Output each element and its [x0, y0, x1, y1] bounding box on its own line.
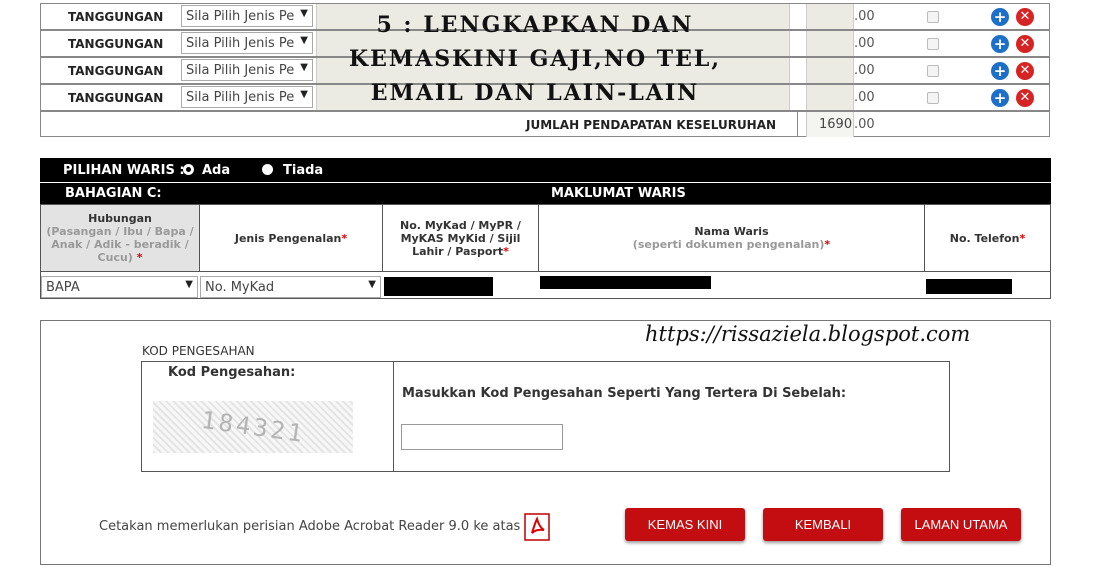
divider: [797, 112, 798, 137]
select-value: Sila Pilih Jenis Pe: [186, 9, 295, 24]
jenis-pengenalan-select[interactable]: No. MyKad ▼: [200, 276, 381, 298]
captcha-image: 184321: [153, 401, 353, 453]
row-label: TANGGUNGAN: [68, 10, 164, 24]
plus-circle-icon[interactable]: +: [991, 8, 1009, 26]
required-mark: *: [503, 244, 509, 258]
header-nomykad: No. MyKad / MyPR / MyKAS MyKid / Sijil L…: [382, 204, 539, 272]
chevron-down-icon: ▼: [300, 62, 308, 73]
laman-utama-button[interactable]: LAMAN UTAMA: [901, 508, 1021, 541]
nama-waris-input[interactable]: [540, 276, 711, 289]
radio-tiada[interactable]: [262, 164, 273, 175]
row-checkbox[interactable]: [927, 92, 939, 104]
total-decimal: .00: [854, 117, 875, 132]
header-text: Hubungan: [88, 212, 152, 225]
radio-ada[interactable]: [183, 164, 194, 175]
chevron-down-icon: ▼: [185, 279, 193, 290]
captcha-text: 184321: [199, 405, 307, 449]
total-value: 1690: [819, 117, 853, 132]
plus-circle-icon[interactable]: +: [991, 35, 1009, 53]
row-checkbox[interactable]: [927, 11, 939, 23]
chevron-down-icon: ▼: [300, 35, 308, 46]
row-checkbox[interactable]: [927, 65, 939, 77]
hubungan-select[interactable]: BAPA ▼: [41, 276, 198, 298]
plus-circle-icon[interactable]: +: [991, 89, 1009, 107]
row-label: TANGGUNGAN: [68, 64, 164, 78]
select-value: Sila Pilih Jenis Pe: [186, 63, 295, 78]
header-nama: Nama Waris (seperti dokumen pengenalan)*: [538, 204, 925, 272]
telefon-input[interactable]: [926, 279, 1012, 294]
kod-label: Kod Pengesahan:: [168, 365, 296, 380]
jenis-select[interactable]: Sila Pilih Jenis Pe ▼: [181, 86, 313, 108]
x-circle-icon[interactable]: ✕: [1016, 89, 1034, 107]
overlay-line: 5 : LENGKAPKAN DAN: [376, 12, 694, 38]
amount-decimal: .00: [854, 36, 875, 51]
pilihan-waris-bar: PILIHAN WARIS : Ada Tiada: [40, 158, 1051, 182]
header-telefon: No. Telefon*: [924, 204, 1051, 272]
kemas-kini-button[interactable]: KEMAS KINI: [625, 508, 745, 541]
select-value: No. MyKad: [205, 280, 275, 295]
row-label: TANGGUNGAN: [68, 37, 164, 51]
amount-decimal: .00: [854, 9, 875, 24]
header-text: Nama Waris: [694, 225, 769, 238]
x-circle-icon[interactable]: ✕: [1016, 35, 1034, 53]
required-mark: *: [824, 238, 831, 251]
total-row: JUMLAH PENDAPATAN KESELURUHAN 1690 .00: [40, 111, 1050, 137]
required-mark: *: [1019, 231, 1026, 245]
overlay-line: KEMASKINI GAJI,NO TEL,: [348, 46, 722, 72]
amount-decimal: .00: [854, 63, 875, 78]
section-label: BAHAGIAN C:: [65, 186, 162, 201]
select-value: Sila Pilih Jenis Pe: [186, 36, 295, 51]
header-jenis: Jenis Pengenalan*: [199, 204, 383, 272]
header-sub: (Pasangan / Ibu / Bapa / Anak / Adik - b…: [46, 225, 194, 264]
jenis-select[interactable]: Sila Pilih Jenis Pe ▼: [181, 32, 313, 54]
nomykad-input[interactable]: [384, 277, 493, 296]
row-label: TANGGUNGAN: [68, 91, 164, 105]
amount-input[interactable]: [806, 85, 854, 110]
acrobat-note: Cetakan memerlukan perisian Adobe Acroba…: [99, 519, 521, 534]
chevron-down-icon: ▼: [300, 8, 308, 19]
select-value: Sila Pilih Jenis Pe: [186, 90, 295, 105]
kembali-button[interactable]: KEMBALI: [763, 508, 883, 541]
radio-ada-label: Ada: [202, 163, 231, 178]
x-circle-icon[interactable]: ✕: [1016, 8, 1034, 26]
kod-instruction: Masukkan Kod Pengesahan Seperti Yang Ter…: [402, 386, 847, 401]
overlay-line: EMAIL DAN LAIN-LAIN: [370, 80, 700, 106]
divider: [393, 361, 394, 472]
chevron-down-icon: ▼: [368, 279, 376, 290]
amount-input[interactable]: [806, 31, 854, 56]
x-circle-icon[interactable]: ✕: [1016, 62, 1034, 80]
amount-input[interactable]: [806, 58, 854, 83]
header-text: No. Telefon: [949, 231, 1020, 245]
amount-input[interactable]: [806, 4, 854, 29]
section-header-bar: BAHAGIAN C: MAKLUMAT WARIS: [40, 183, 1051, 204]
verification-title: KOD PENGESAHAN: [142, 344, 255, 358]
select-value: BAPA: [46, 280, 80, 295]
section-title: MAKLUMAT WARIS: [551, 186, 686, 201]
jenis-select[interactable]: Sila Pilih Jenis Pe ▼: [181, 59, 313, 81]
required-mark: *: [136, 251, 143, 264]
pdf-icon[interactable]: [523, 513, 551, 541]
radio-tiada-label: Tiada: [283, 163, 324, 178]
amount-decimal: .00: [854, 90, 875, 105]
pilihan-label: PILIHAN WARIS :: [63, 163, 185, 178]
total-label: JUMLAH PENDAPATAN KESELURUHAN: [526, 118, 777, 132]
jenis-select[interactable]: Sila Pilih Jenis Pe ▼: [181, 5, 313, 27]
overlay-title: 5 : LENGKAPKAN DAN KEMASKINI GAJI,NO TEL…: [325, 8, 745, 110]
row-checkbox[interactable]: [927, 38, 939, 50]
watermark-url: https://rissaziela.blogspot.com: [645, 322, 971, 346]
header-text: Jenis Pengenalan: [234, 231, 342, 245]
kod-input[interactable]: [401, 424, 563, 450]
plus-circle-icon[interactable]: +: [991, 62, 1009, 80]
chevron-down-icon: ▼: [300, 89, 308, 100]
required-mark: *: [341, 231, 348, 245]
header-sub: (seperti dokumen pengenalan): [632, 238, 825, 251]
header-hubungan: Hubungan (Pasangan / Ibu / Bapa / Anak /…: [40, 204, 200, 272]
